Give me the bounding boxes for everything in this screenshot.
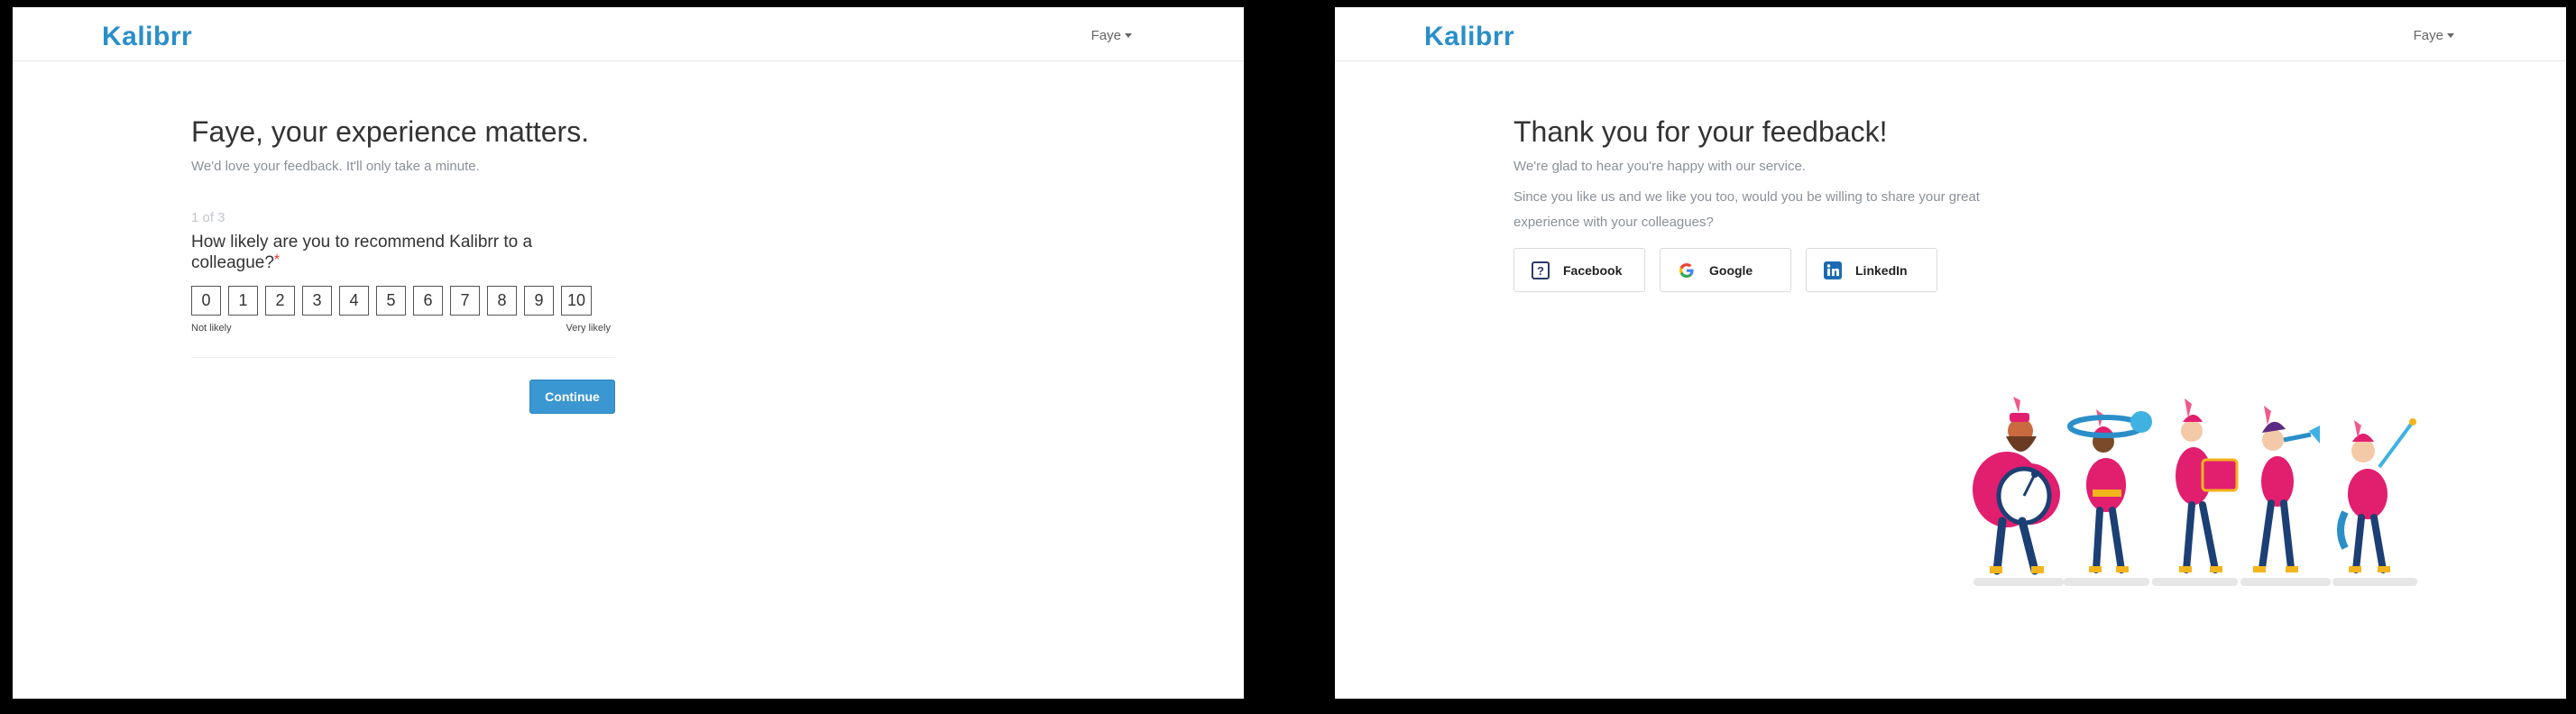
page-subtitle: We'd love your feedback. It'll only take…	[191, 159, 480, 174]
facebook-icon: ?	[1531, 261, 1550, 280]
scale-high-label: Very likely	[566, 323, 611, 334]
question-label: How likely are you to recommend Kalibrr …	[191, 233, 533, 272]
share-buttons: ? Facebook Google LinkedIn	[1513, 248, 2001, 292]
page-title: Faye, your experience matters.	[191, 115, 590, 148]
marching-band-illustration	[1973, 397, 2417, 586]
linkedin-share-button[interactable]: LinkedIn	[1806, 248, 1937, 292]
thanks-message: We're glad to hear you're happy with our…	[1513, 159, 1806, 174]
rating-option-9[interactable]: 9	[524, 286, 554, 316]
rating-option-6[interactable]: 6	[413, 286, 443, 316]
divider	[191, 357, 615, 358]
rating-option-8[interactable]: 8	[487, 286, 517, 316]
share-prompt: Since you like us and we like you too, w…	[1513, 189, 1980, 230]
user-name: Faye	[1090, 28, 1121, 43]
rating-option-10[interactable]: 10	[561, 286, 592, 316]
linkedin-label: LinkedIn	[1855, 262, 1908, 278]
rating-option-3[interactable]: 3	[302, 286, 332, 316]
question-text: How likely are you to recommend Kalibrr …	[191, 233, 615, 273]
rating-scale: 0 1 2 3 4 5 6 7 8 9 10	[191, 286, 615, 316]
rating-option-2[interactable]: 2	[265, 286, 295, 316]
rating-option-1[interactable]: 1	[228, 286, 258, 316]
facebook-label: Facebook	[1563, 262, 1623, 278]
top-navbar: Kalibrr Faye	[13, 7, 1244, 61]
baton-player-figure	[2337, 418, 2416, 573]
thank-you-content: Thank you for your feedback! We're glad …	[1513, 114, 2001, 292]
rating-option-4[interactable]: 4	[339, 286, 369, 316]
required-mark: *	[273, 252, 281, 268]
rating-option-5[interactable]: 5	[376, 286, 406, 316]
rating-option-7[interactable]: 7	[450, 286, 480, 316]
scale-low-label: Not likely	[191, 323, 232, 334]
step-indicator: 1 of 3	[191, 210, 225, 225]
google-icon	[1677, 261, 1697, 280]
caret-down-icon	[1125, 33, 1132, 38]
kalibrr-logo[interactable]: Kalibrr	[1424, 22, 1514, 52]
top-navbar: Kalibrr Faye	[1335, 7, 2566, 61]
kalibrr-logo[interactable]: Kalibrr	[102, 22, 192, 52]
google-label: Google	[1709, 262, 1753, 278]
page-title: Thank you for your feedback!	[1513, 115, 1888, 148]
google-share-button[interactable]: Google	[1660, 248, 1791, 292]
user-menu[interactable]: Faye	[2414, 28, 2454, 43]
continue-button[interactable]: Continue	[529, 380, 615, 414]
linkedin-icon	[1823, 261, 1843, 280]
svg-text:?: ?	[1537, 264, 1544, 278]
snare-player-figure	[2176, 398, 2239, 573]
user-menu[interactable]: Faye	[1091, 28, 1132, 43]
trombone-player-figure	[2067, 409, 2152, 573]
survey-window: Kalibrr Faye Faye, your experience matte…	[13, 7, 1244, 699]
rating-option-0[interactable]: 0	[191, 286, 221, 316]
drummer-figure	[1973, 397, 2060, 575]
user-name: Faye	[2413, 28, 2443, 43]
survey-content: Faye, your experience matters. We'd love…	[191, 114, 615, 414]
trumpet-player-figure	[2253, 406, 2320, 572]
thank-you-window: Kalibrr Faye Thank you for your feedback…	[1335, 7, 2566, 699]
caret-down-icon	[2447, 33, 2454, 38]
scale-labels: Not likely Very likely	[191, 323, 611, 334]
facebook-share-button[interactable]: ? Facebook	[1513, 248, 1645, 292]
